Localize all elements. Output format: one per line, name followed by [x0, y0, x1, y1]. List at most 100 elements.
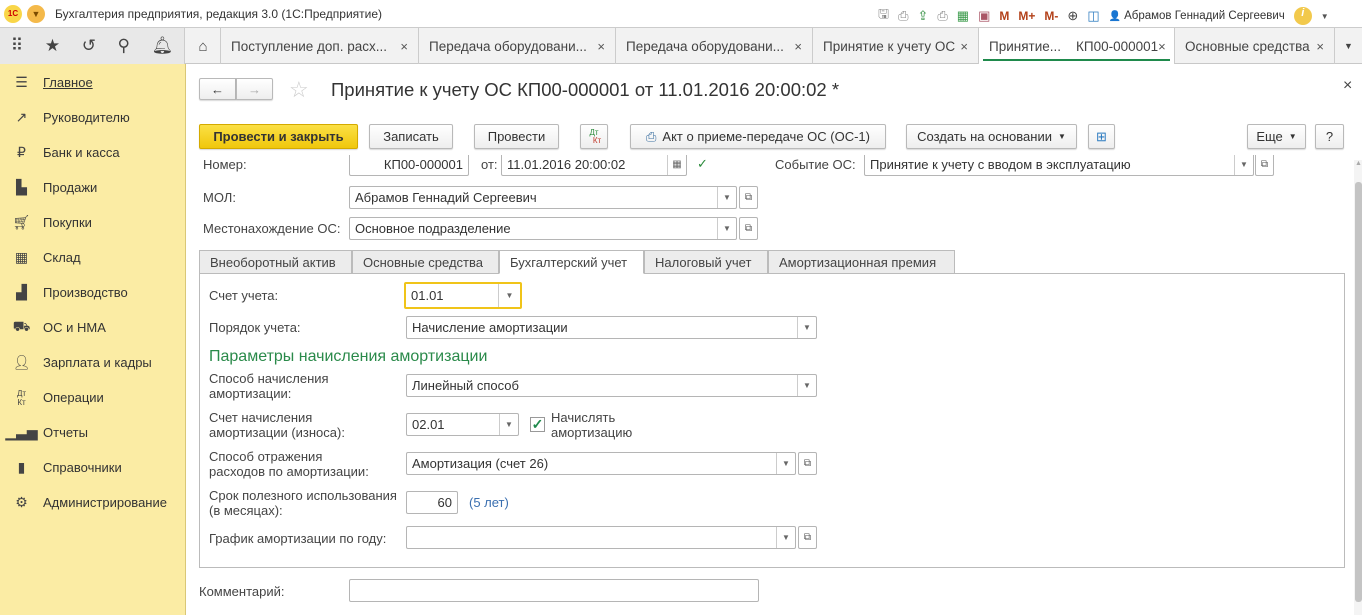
tab-item[interactable]: Принятие к учету ОС × [813, 28, 979, 64]
export-icon[interactable]: ⇪ [917, 8, 928, 24]
chevron-down-icon[interactable]: ▼ [1234, 155, 1253, 175]
tab-item[interactable]: Передача оборудовани... × [419, 28, 616, 64]
sidebar-item-catalogs[interactable]: ▮ Справочники [0, 450, 185, 485]
calendar-icon[interactable]: ▦ [667, 155, 686, 175]
sidebar-item-manager[interactable]: ↗ Руководителю [0, 100, 185, 135]
close-icon[interactable]: × [400, 39, 408, 54]
account-select[interactable]: 01.01 ▼ [404, 282, 522, 309]
chevron-down-icon[interactable]: ▼ [776, 527, 795, 548]
tab-fixed-assets[interactable]: Основные средства [352, 250, 499, 274]
sidebar-item-bank[interactable]: ₽ Банк и касса [0, 135, 185, 170]
forward-button[interactable]: → [236, 78, 273, 100]
close-icon[interactable]: × [794, 39, 802, 54]
page-title: Принятие к учету ОС КП00-000001 от 11.01… [331, 79, 840, 100]
method-select[interactable]: Линейный способ ▼ [406, 374, 817, 397]
sidebar-item-purchases[interactable]: 🛒︎ Покупки [0, 205, 185, 240]
calculator-icon[interactable]: ▦ [957, 8, 969, 24]
back-button[interactable]: ← [199, 78, 236, 100]
order-select[interactable]: Начисление амортизации ▼ [406, 316, 817, 339]
expense-select[interactable]: Амортизация (счет 26) ▼ [406, 452, 796, 475]
open-icon[interactable]: ⧉ [1255, 155, 1274, 176]
chevron-down-icon[interactable]: ▼ [717, 218, 736, 239]
chevron-down-icon[interactable]: ▼ [797, 375, 816, 396]
mol-select[interactable]: Абрамов Геннадий Сергеевич ▼ [349, 186, 737, 209]
number-field[interactable]: КП00-000001 [349, 155, 469, 176]
chevron-down-icon[interactable]: ▼ [717, 187, 736, 208]
sidebar-item-fixed-assets[interactable]: ⛟ ОС и НМА [0, 310, 185, 345]
number-label: Номер: [203, 157, 247, 172]
sidebar-item-warehouse[interactable]: ▦ Склад [0, 240, 185, 275]
tabs-overflow-button[interactable]: ▼ [1335, 28, 1362, 64]
user-name[interactable]: Абрамов Геннадий Сергеевич [1124, 10, 1285, 22]
bell-icon[interactable]: 🔔︎ [152, 36, 174, 56]
save-icon[interactable]: 🖫 [878, 5, 889, 27]
chevron-down-icon[interactable]: ▼ [1321, 12, 1329, 21]
scrollbar[interactable]: ▲ [1354, 160, 1362, 615]
open-icon[interactable]: ⧉ [798, 526, 817, 549]
open-icon[interactable]: ⧉ [739, 217, 758, 240]
sidebar-item-production[interactable]: ▟ Производство [0, 275, 185, 310]
history-icon[interactable]: ↺ [82, 36, 96, 56]
comment-field[interactable] [349, 579, 759, 602]
tab-item-active[interactable]: Принятие... КП00-000001 × [979, 28, 1175, 64]
tab-item[interactable]: Поступление доп. расх... × [221, 28, 419, 64]
event-select[interactable]: Принятие к учету с вводом в эксплуатацию… [864, 155, 1254, 176]
tab-item[interactable]: Передача оборудовани... × [616, 28, 813, 64]
chevron-down-icon[interactable]: ▼ [499, 414, 518, 435]
close-icon[interactable]: × [1158, 39, 1166, 54]
sidebar-item-admin[interactable]: ⚙ Администрирование [0, 485, 185, 520]
sidebar-item-sales[interactable]: ▙ Продажи [0, 170, 185, 205]
memory-plus-button[interactable]: M+ [1018, 9, 1035, 23]
search-icon[interactable]: ⚲ [118, 36, 130, 56]
info-icon[interactable]: i [1293, 7, 1312, 25]
dt-kt-button[interactable]: Дт Кт [580, 124, 608, 149]
sidebar-item-salary[interactable]: 👤︎ Зарплата и кадры [0, 345, 185, 380]
tab-tax[interactable]: Налоговый учет [644, 250, 768, 274]
sidebar-item-main[interactable]: ☰ Главное [0, 65, 185, 100]
main-menu-button[interactable]: ▼ [27, 5, 45, 23]
close-form-icon[interactable]: × [1343, 77, 1352, 95]
apps-grid-icon[interactable]: ⠿ [11, 36, 23, 56]
truck-icon: ⛟ [12, 318, 31, 334]
print-preview-icon[interactable]: ⎙ [937, 8, 947, 24]
create-based-on-button[interactable]: Создать на основании ▼ [906, 124, 1077, 149]
chevron-down-icon[interactable]: ▼ [776, 453, 795, 474]
more-button[interactable]: Еще ▼ [1247, 124, 1306, 149]
accrue-label[interactable]: Начислять амортизацию [551, 410, 632, 440]
sidebar-item-operations[interactable]: Дт Кт Операции [0, 380, 185, 415]
open-icon[interactable]: ⧉ [739, 186, 758, 209]
tab-depreciation-bonus[interactable]: Амортизационная премия [768, 250, 955, 274]
dep-account-select[interactable]: 02.01 ▼ [406, 413, 519, 436]
close-icon[interactable]: × [597, 39, 605, 54]
schedule-select[interactable]: ▼ [406, 526, 796, 549]
close-icon[interactable]: × [1316, 39, 1324, 54]
post-button[interactable]: Провести [474, 124, 559, 149]
open-icon[interactable]: ⧉ [798, 452, 817, 475]
star-icon[interactable]: ★ [45, 36, 60, 56]
accrue-checkbox[interactable]: ✓ [530, 417, 545, 432]
sidebar-item-reports[interactable]: ▁▃▅ Отчеты [0, 415, 185, 450]
tab-noncurrent-asset[interactable]: Внеоборотный актив [199, 250, 352, 274]
favorite-star-icon[interactable]: ☆ [289, 77, 309, 103]
print-icon[interactable]: ⎙ [898, 8, 908, 24]
location-select[interactable]: Основное подразделение ▼ [349, 217, 737, 240]
close-icon[interactable]: × [960, 39, 968, 54]
tab-accounting[interactable]: Бухгалтерский учет [499, 250, 644, 274]
memory-minus-button[interactable]: M- [1044, 9, 1058, 23]
books-icon: ▮ [17, 459, 26, 475]
help-button[interactable]: ? [1315, 124, 1344, 149]
zoom-icon[interactable]: ⊕ [1067, 8, 1078, 24]
calendar-icon[interactable]: ▣ [978, 8, 990, 24]
structure-icon[interactable]: ⊞ [1088, 124, 1115, 149]
post-and-close-button[interactable]: Провести и закрыть [199, 124, 358, 149]
memory-m-button[interactable]: M [999, 9, 1009, 23]
act-os1-button[interactable]: ⎙ Акт о приеме-передаче ОС (ОС-1) [630, 124, 886, 149]
chevron-down-icon[interactable]: ▼ [498, 284, 520, 307]
tab-item[interactable]: Основные средства × [1175, 28, 1335, 64]
chevron-down-icon[interactable]: ▼ [797, 317, 816, 338]
useful-life-field[interactable]: 60 [406, 491, 458, 514]
save-button[interactable]: Записать [369, 124, 453, 149]
home-tab[interactable]: ⌂ [186, 28, 221, 64]
panels-icon[interactable]: ◫ [1087, 8, 1099, 24]
date-field[interactable]: 11.01.2016 20:00:02 ▦ [501, 155, 687, 176]
